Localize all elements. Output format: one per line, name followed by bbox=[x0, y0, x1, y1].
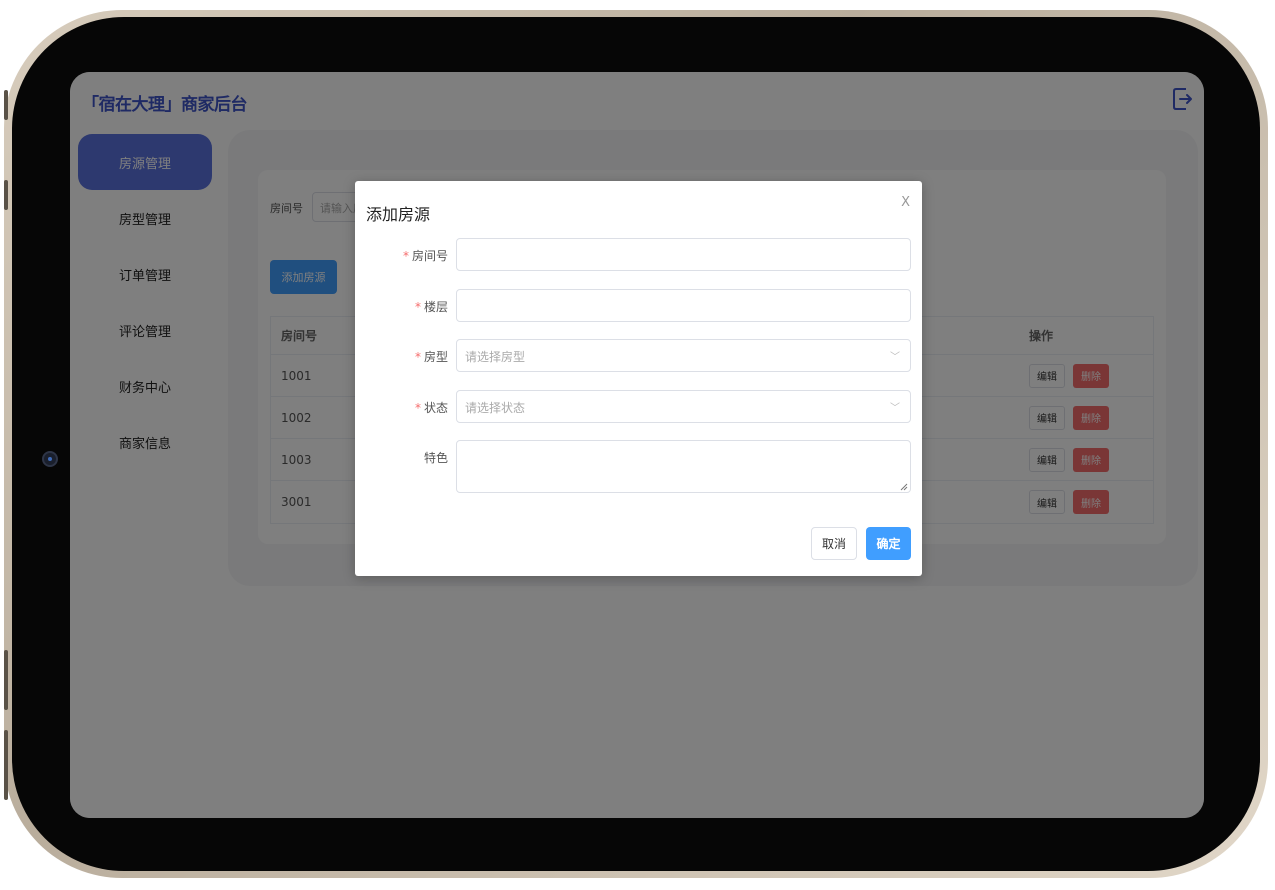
label-text: 状态 bbox=[423, 401, 448, 415]
required-mark: * bbox=[402, 249, 409, 263]
resize-handle-icon[interactable] bbox=[900, 483, 908, 491]
required-mark: * bbox=[414, 300, 421, 314]
app-screen: 「宿在大理」商家后台 房源管理 房型管理 订单管理 评论管理 财务中心 商家信息… bbox=[70, 72, 1204, 818]
form-row-room-type: * 房型 请选择房型 ﹀ bbox=[355, 339, 922, 373]
label-text: 楼层 bbox=[423, 300, 448, 314]
feature-textarea[interactable] bbox=[456, 440, 911, 493]
chevron-down-icon: ﹀ bbox=[890, 403, 900, 414]
form-row-floor: * 楼层 bbox=[355, 289, 922, 323]
form-row-status: * 状态 请选择状态 ﹀ bbox=[355, 390, 922, 424]
select-placeholder: 请选择状态 bbox=[465, 401, 526, 415]
floor-label: * 楼层 bbox=[415, 298, 448, 315]
required-mark: * bbox=[414, 401, 421, 415]
dialog-title: 添加房源 bbox=[366, 205, 431, 224]
required-mark: * bbox=[414, 350, 421, 364]
select-placeholder: 请选择房型 bbox=[465, 350, 526, 364]
feature-label: 特色 bbox=[423, 451, 448, 465]
side-button bbox=[4, 650, 8, 710]
room-number-label: * 房间号 bbox=[403, 247, 448, 264]
add-listing-dialog: 添加房源 X * 房间号 * 楼层 * 房型 请选择房型 ﹀ * 状态 请选择状态 ﹀ … bbox=[355, 181, 922, 576]
form-row-room-number: * 房间号 bbox=[355, 238, 922, 272]
label-text: 房型 bbox=[423, 350, 448, 364]
confirm-button[interactable]: 确定 bbox=[866, 527, 911, 560]
volume-button bbox=[4, 90, 8, 120]
floor-input[interactable] bbox=[456, 289, 911, 322]
status-label: * 状态 bbox=[415, 399, 448, 416]
side-button bbox=[4, 730, 8, 800]
status-select[interactable]: 请选择状态 ﹀ bbox=[456, 390, 911, 423]
room-number-input[interactable] bbox=[456, 238, 911, 271]
room-type-select[interactable]: 请选择房型 ﹀ bbox=[456, 339, 911, 372]
front-camera bbox=[42, 451, 58, 467]
close-icon[interactable]: X bbox=[901, 195, 910, 210]
cancel-button[interactable]: 取消 bbox=[811, 527, 857, 560]
label-text: 房间号 bbox=[411, 249, 448, 263]
side-button bbox=[4, 180, 8, 210]
form-row-feature: 特色 bbox=[355, 440, 922, 494]
chevron-down-icon: ﹀ bbox=[890, 352, 900, 363]
room-type-label: * 房型 bbox=[415, 348, 448, 365]
